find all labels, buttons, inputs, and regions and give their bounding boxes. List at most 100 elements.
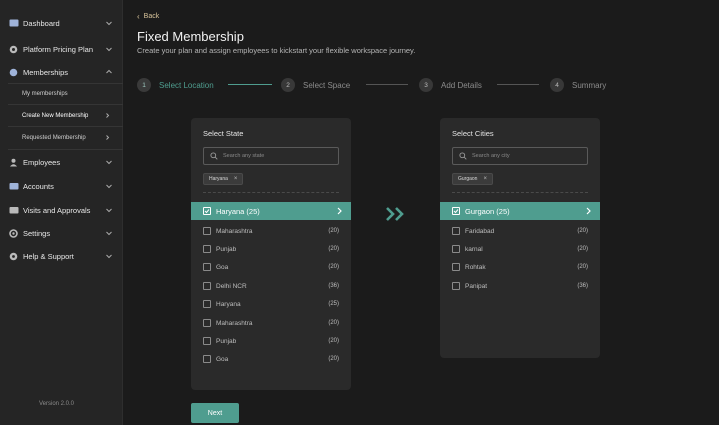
step-number: 1 (137, 78, 151, 92)
sidebar: Dashboard Platform Pricing Plan Membersh… (0, 0, 123, 425)
state-count: (20) (328, 320, 339, 326)
checkbox[interactable] (452, 263, 460, 271)
state-count: (20) (328, 356, 339, 362)
state-row[interactable]: Goa (20) (191, 258, 351, 276)
double-chevron-right-icon (386, 207, 404, 221)
pricing-icon (8, 44, 19, 55)
city-row[interactable]: Rohtak (20) (440, 258, 600, 276)
city-count: (20) (577, 228, 588, 234)
checkbox[interactable] (203, 355, 211, 363)
next-button[interactable]: Next (191, 403, 239, 423)
state-search-input[interactable] (223, 153, 333, 159)
sidebar-item-settings[interactable]: Settings (0, 222, 123, 244)
remove-chip-icon[interactable]: × (483, 176, 487, 182)
accounts-icon (8, 181, 19, 192)
state-label: Punjab (216, 337, 237, 345)
chip-label: Haryana (209, 176, 228, 182)
sidebar-item-employees[interactable]: Employees (0, 151, 123, 173)
back-link[interactable]: ‹ Back (137, 12, 159, 21)
checkbox[interactable] (203, 263, 211, 271)
selected-state-chip: Haryana × (203, 173, 244, 185)
checkbox[interactable] (452, 245, 460, 253)
selected-city-chip: Gurgaon × (452, 173, 493, 185)
step-label: Add Details (441, 80, 482, 90)
check-icon (204, 209, 210, 214)
sidebar-item-help-and-support[interactable]: Help & Support (0, 245, 123, 267)
divider (8, 149, 123, 150)
chevron-down-icon (106, 160, 112, 165)
city-search-field[interactable] (452, 147, 588, 165)
visits-icon (8, 205, 19, 216)
step-select-location[interactable]: 1 Select Location (137, 77, 214, 93)
city-label: Gurgaon (25) (465, 206, 510, 216)
state-label: Delhi NCR (216, 282, 247, 290)
check-icon (453, 209, 459, 214)
back-label: Back (143, 13, 160, 20)
sidebar-subitem-my-memberships[interactable]: My memberships (0, 84, 123, 104)
chip-label: Gurgaon (458, 176, 478, 182)
search-icon (459, 152, 467, 160)
sidebar-item-label: Accounts (23, 181, 54, 191)
state-search-field[interactable] (203, 147, 339, 165)
sidebar-subitem-label: Create New Membership (22, 113, 89, 119)
state-row[interactable]: Goa (20) (191, 350, 351, 368)
city-count: (20) (577, 246, 588, 252)
checkbox[interactable] (203, 300, 211, 308)
chevron-down-icon (106, 208, 112, 213)
sidebar-subitem-requested-membership[interactable]: Requested Membership (0, 128, 123, 148)
search-icon (210, 152, 218, 160)
state-count: (20) (328, 228, 339, 234)
city-search-input[interactable] (472, 153, 582, 159)
state-label: Goa (216, 355, 229, 363)
sidebar-item-dashboard[interactable]: Dashboard (0, 12, 123, 34)
state-row[interactable]: Maharashtra (20) (191, 314, 351, 332)
sidebar-subitem-create-new-membership[interactable]: Create New Membership (0, 106, 123, 126)
chevron-right-icon (106, 135, 110, 140)
sidebar-item-visits-and-approvals[interactable]: Visits and Approvals (0, 199, 123, 221)
sidebar-item-memberships[interactable]: Memberships (0, 61, 123, 83)
checkbox[interactable] (203, 282, 211, 290)
checkbox[interactable] (203, 227, 211, 235)
page-subtitle: Create your plan and assign employees to… (137, 46, 416, 55)
city-row[interactable]: karnal (20) (440, 240, 600, 258)
step-number: 3 (419, 78, 433, 92)
step-label: Select Space (303, 80, 351, 90)
state-label: Goa (216, 263, 229, 271)
checkbox[interactable] (452, 282, 460, 290)
sidebar-item-accounts[interactable]: Accounts (0, 175, 123, 197)
step-connector (497, 84, 539, 85)
city-row-selected[interactable]: Gurgaon (25) (440, 202, 600, 220)
chevron-down-icon (106, 254, 112, 259)
checkbox[interactable] (203, 319, 211, 327)
state-label: Haryana (25) (216, 206, 260, 216)
membership-icon (8, 67, 19, 78)
state-row[interactable]: Haryana (25) (191, 295, 351, 313)
city-row[interactable]: Faridabad (20) (440, 222, 600, 240)
sidebar-item-label: Settings (23, 228, 51, 238)
city-row[interactable]: Panipat (36) (440, 277, 600, 295)
divider (452, 192, 588, 193)
remove-chip-icon[interactable]: × (234, 176, 238, 182)
state-row-selected[interactable]: Haryana (25) (191, 202, 351, 220)
state-row[interactable]: Punjab (20) (191, 332, 351, 350)
chevron-right-icon (337, 207, 342, 215)
sidebar-subitem-label: Requested Membership (22, 135, 86, 141)
step-summary[interactable]: 4 Summary (550, 77, 606, 93)
step-add-details[interactable]: 3 Add Details (419, 77, 482, 93)
checkbox[interactable] (452, 227, 460, 235)
step-connector (366, 84, 408, 85)
step-number: 2 (281, 78, 295, 92)
checkbox-checked[interactable] (452, 207, 460, 215)
checkbox[interactable] (203, 245, 211, 253)
checkbox[interactable] (203, 337, 211, 345)
sidebar-item-platform-pricing-plan[interactable]: Platform Pricing Plan (0, 38, 123, 60)
state-row[interactable]: Delhi NCR (36) (191, 277, 351, 295)
state-row[interactable]: Maharashtra (20) (191, 222, 351, 240)
version-label: Version 2.0.0 (38, 401, 75, 407)
checkbox-checked[interactable] (203, 207, 211, 215)
sidebar-item-label: Employees (23, 157, 61, 167)
state-row[interactable]: Punjab (20) (191, 240, 351, 258)
step-select-space[interactable]: 2 Select Space (281, 77, 350, 93)
employees-icon (8, 157, 19, 168)
page-title: Fixed Membership (137, 29, 244, 44)
